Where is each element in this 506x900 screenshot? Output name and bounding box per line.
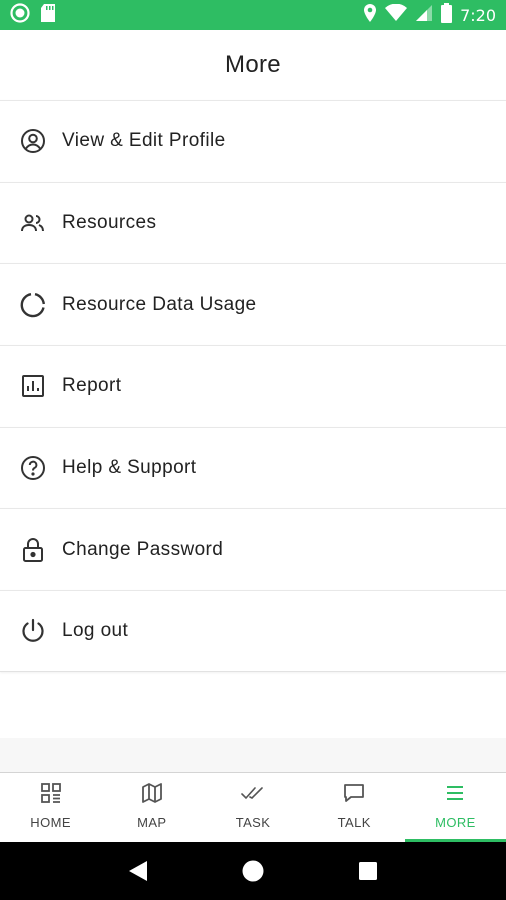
signal-icon [415, 4, 433, 27]
lock-icon [18, 535, 48, 565]
bar-chart-icon [18, 371, 48, 401]
tab-label: TASK [235, 815, 271, 830]
location-icon [363, 3, 377, 28]
wifi-icon [385, 3, 408, 27]
menu-item-resource-data-usage[interactable]: Resource Data Usage [0, 263, 506, 346]
system-nav-bar [0, 842, 506, 900]
people-icon [18, 208, 48, 238]
menu-item-label: Resources [62, 212, 157, 234]
status-bar: 7:20 [0, 0, 506, 30]
chat-bubble-icon [342, 781, 366, 805]
menu-item-log-out[interactable]: Log out [0, 590, 506, 672]
menu-list: View & Edit Profile Resources Resource D… [0, 100, 506, 672]
menu-item-label: Resource Data Usage [62, 293, 257, 315]
circle-notification-icon [10, 2, 30, 28]
double-check-icon [241, 781, 265, 805]
menu-icon [443, 781, 467, 805]
tab-label: MAP [137, 815, 167, 830]
menu-item-label: View & Edit Profile [62, 130, 226, 152]
app-header: More [0, 30, 506, 100]
tab-home[interactable]: HOME [0, 773, 101, 842]
map-icon [140, 781, 164, 805]
menu-item-change-password[interactable]: Change Password [0, 508, 506, 591]
menu-item-view-edit-profile[interactable]: View & Edit Profile [0, 100, 506, 182]
menu-item-label: Report [62, 375, 122, 397]
tab-label: TALK [337, 815, 371, 830]
bottom-nav: HOME MAP TASK TALK MORE [0, 772, 506, 842]
grid-icon [39, 781, 63, 805]
menu-item-label: Help & Support [62, 457, 197, 479]
tab-more[interactable]: MORE [404, 773, 506, 842]
tab-task[interactable]: TASK [202, 773, 303, 842]
tab-label: HOME [30, 815, 71, 830]
home-circle-icon[interactable] [238, 856, 268, 886]
data-usage-icon [18, 290, 48, 320]
status-time: 7:20 [460, 5, 496, 25]
battery-icon [441, 2, 453, 28]
tab-talk[interactable]: TALK [304, 773, 405, 842]
back-icon[interactable] [123, 856, 153, 886]
account-circle-icon [18, 126, 48, 156]
tab-label: MORE [435, 815, 476, 830]
power-icon [18, 616, 48, 646]
page-title: More [225, 51, 281, 78]
recents-icon[interactable] [353, 856, 383, 886]
menu-item-label: Change Password [62, 538, 224, 560]
tab-map[interactable]: MAP [101, 773, 202, 842]
menu-item-resources[interactable]: Resources [0, 181, 506, 264]
content-footer-band [0, 738, 506, 772]
help-circle-icon [18, 453, 48, 483]
sd-card-icon [40, 3, 56, 28]
menu-item-help-support[interactable]: Help & Support [0, 426, 506, 509]
menu-item-label: Log out [62, 619, 129, 641]
menu-item-report[interactable]: Report [0, 345, 506, 427]
